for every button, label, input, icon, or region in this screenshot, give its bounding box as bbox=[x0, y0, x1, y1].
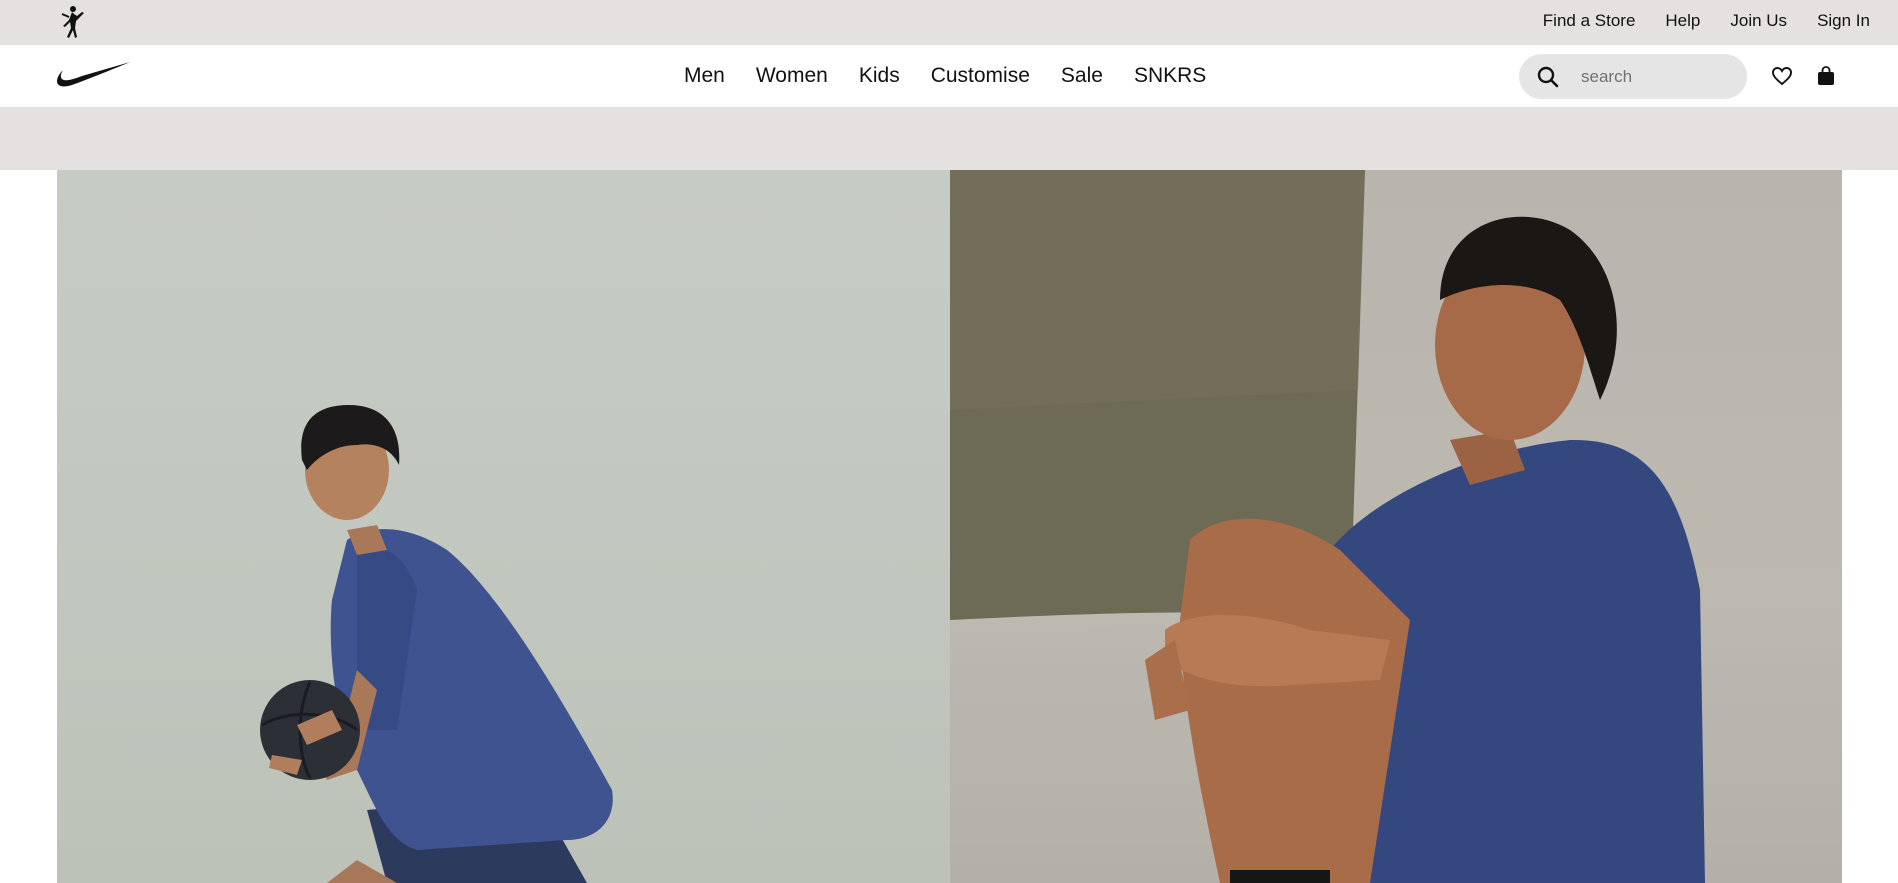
utility-bar: Find a Store Help Join Us Sign In bbox=[0, 0, 1898, 45]
nike-swoosh-icon[interactable] bbox=[56, 60, 132, 89]
search-icon[interactable] bbox=[1519, 54, 1577, 99]
hero-banner[interactable] bbox=[57, 170, 1842, 883]
main-header: Men Women Kids Customise Sale SNKRS bbox=[0, 45, 1898, 107]
promo-strip bbox=[0, 107, 1898, 170]
jordan-jumpman-icon[interactable] bbox=[56, 4, 88, 40]
sign-in-link[interactable]: Sign In bbox=[1817, 11, 1870, 31]
join-us-link[interactable]: Join Us bbox=[1730, 11, 1787, 31]
nav-item-women[interactable]: Women bbox=[756, 64, 828, 88]
nav-item-snkrs[interactable]: SNKRS bbox=[1134, 64, 1206, 88]
nav-item-kids[interactable]: Kids bbox=[859, 64, 900, 88]
main-nav: Men Women Kids Customise Sale SNKRS bbox=[684, 45, 1206, 107]
athlete-stretching-image[interactable] bbox=[950, 170, 1842, 883]
nav-item-customise[interactable]: Customise bbox=[931, 64, 1030, 88]
nav-item-sale[interactable]: Sale bbox=[1061, 64, 1103, 88]
heart-icon[interactable] bbox=[1767, 61, 1797, 91]
find-a-store-link[interactable]: Find a Store bbox=[1543, 11, 1636, 31]
utility-links: Find a Store Help Join Us Sign In bbox=[1543, 0, 1870, 41]
athlete-with-basketball-image[interactable] bbox=[57, 170, 950, 883]
bag-icon[interactable] bbox=[1811, 61, 1841, 91]
search-input[interactable] bbox=[1581, 66, 1731, 87]
help-link[interactable]: Help bbox=[1665, 11, 1700, 31]
nav-item-men[interactable]: Men bbox=[684, 64, 725, 88]
search-box bbox=[1519, 54, 1747, 99]
